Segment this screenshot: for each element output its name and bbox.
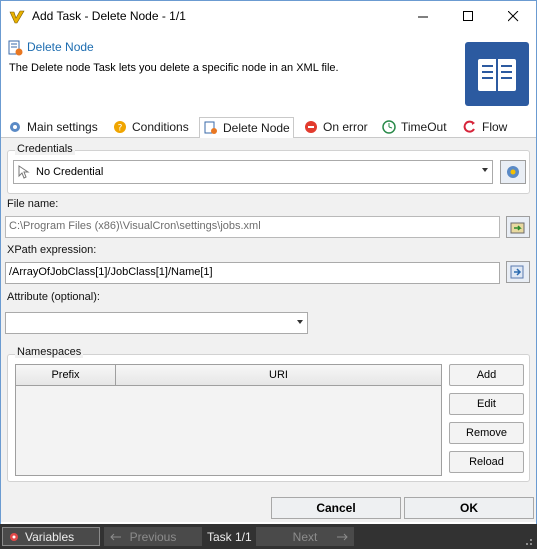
file-name-label: File name: <box>7 198 59 210</box>
dialog-window: Add Task - Delete Node - 1/1 Delete Node… <box>0 0 537 549</box>
xpath-label: XPath expression: <box>7 244 97 256</box>
tab-conditions[interactable]: ? Conditions <box>109 116 195 138</box>
task-header: Delete Node The Delete node Task lets yo… <box>1 32 536 112</box>
close-button[interactable] <box>491 1 536 31</box>
gear-icon <box>507 166 519 178</box>
resize-grip-icon[interactable] <box>523 536 533 546</box>
maximize-icon <box>463 10 473 21</box>
help-icon: ? <box>114 121 126 134</box>
tab-label: Flow <box>482 120 508 134</box>
record-icon <box>10 532 18 541</box>
arrow-right-icon <box>337 533 348 540</box>
next-label: Next <box>292 529 318 544</box>
remove-namespace-button[interactable]: Remove <box>449 422 524 444</box>
attribute-select[interactable] <box>5 312 308 334</box>
ok-button[interactable]: OK <box>404 497 534 519</box>
previous-button[interactable]: Previous <box>104 527 202 546</box>
tab-on-error[interactable]: On error <box>300 116 372 138</box>
reload-namespace-button[interactable]: Reload <box>449 451 524 473</box>
cancel-button[interactable]: Cancel <box>271 497 401 519</box>
tab-label: Conditions <box>132 120 189 134</box>
credential-settings-button[interactable] <box>500 160 526 184</box>
column-header-uri[interactable]: URI <box>116 365 441 386</box>
status-bar: Variables Previous Task 1/1 Next <box>0 524 537 549</box>
tab-label: TimeOut <box>401 120 447 134</box>
chevron-down-icon <box>482 168 488 172</box>
close-icon <box>508 10 519 21</box>
next-button[interactable]: Next <box>256 527 354 546</box>
flow-icon <box>463 120 475 133</box>
maximize-button[interactable] <box>446 1 491 31</box>
tab-label: On error <box>323 120 368 134</box>
tab-label: Main settings <box>27 120 98 134</box>
gear-icon <box>10 122 20 132</box>
credential-value: No Credential <box>36 166 104 178</box>
namespaces-table[interactable]: Prefix URI <box>15 364 442 476</box>
namespaces-label: Namespaces <box>15 346 84 358</box>
tab-delete-node[interactable]: Delete Node <box>199 117 294 139</box>
tab-label: Delete Node <box>223 121 290 135</box>
delete-node-icon <box>8 40 23 56</box>
delete-node-panel: Credentials No Credential File name: C:\… <box>1 138 536 490</box>
add-namespace-button[interactable]: Add <box>449 364 524 386</box>
task-counter: Task 1/1 <box>207 529 252 544</box>
variables-label: Variables <box>25 529 75 544</box>
minimize-button[interactable] <box>401 1 446 31</box>
title-bar: Add Task - Delete Node - 1/1 <box>1 1 536 32</box>
file-name-field[interactable]: C:\Program Files (x86)\VisualCron\settin… <box>5 216 500 238</box>
window-title: Add Task - Delete Node - 1/1 <box>32 9 186 23</box>
dialog-footer: Cancel OK <box>1 490 536 522</box>
xpath-field[interactable]: /ArrayOfJobClass[1]/JobClass[1]/Name[1] <box>5 262 500 284</box>
stop-icon <box>305 121 317 133</box>
xpath-picker-button[interactable] <box>506 261 530 283</box>
tab-main-settings[interactable]: Main settings <box>4 116 102 138</box>
browse-file-button[interactable] <box>506 216 530 238</box>
svg-text:?: ? <box>118 124 123 134</box>
credential-select[interactable]: No Credential <box>13 160 493 184</box>
attribute-label: Attribute (optional): <box>7 291 100 303</box>
minimize-icon <box>418 16 428 17</box>
chevron-down-icon <box>297 320 303 324</box>
variables-button[interactable]: Variables <box>2 527 100 546</box>
previous-label: Previous <box>129 529 177 544</box>
arrow-left-icon <box>110 533 121 540</box>
column-header-prefix[interactable]: Prefix <box>16 365 116 386</box>
task-description: The Delete node Task lets you delete a s… <box>9 62 339 74</box>
edit-namespace-button[interactable]: Edit <box>449 393 524 415</box>
tab-flow[interactable]: Flow <box>459 116 519 138</box>
xml-picker-icon <box>510 265 524 279</box>
clock-icon <box>382 120 396 134</box>
task-title: Delete Node <box>27 40 94 54</box>
book-icon <box>465 42 529 106</box>
credentials-label: Credentials <box>15 143 75 155</box>
cursor-icon <box>18 165 30 179</box>
tab-strip: Main settings ? Conditions Delete Node O… <box>1 116 536 139</box>
node-icon <box>204 121 217 134</box>
folder-arrow-icon <box>510 222 525 234</box>
tab-timeout[interactable]: TimeOut <box>378 116 456 138</box>
visualcron-logo-icon <box>9 10 25 24</box>
